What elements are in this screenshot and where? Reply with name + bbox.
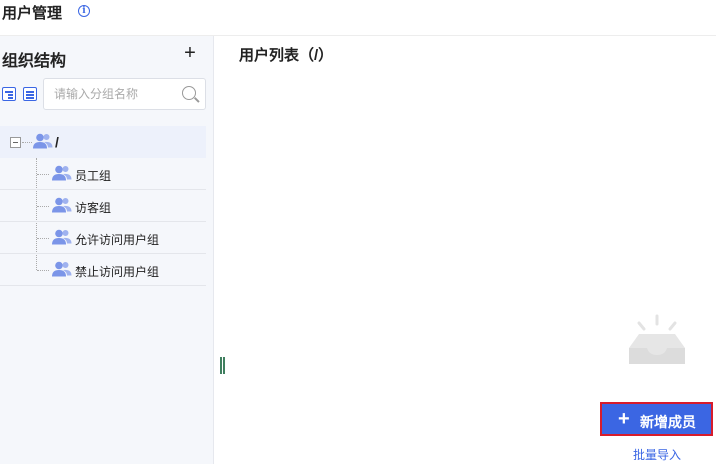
tree-node-label: 员工组	[75, 169, 112, 183]
info-circle-icon[interactable]: i	[78, 5, 90, 17]
collapse-toggle-icon[interactable]	[10, 137, 21, 148]
page-header: 用户管理 i	[0, 0, 716, 36]
org-sidebar: 组织结构 + / 员工组	[0, 36, 214, 464]
tree-connector	[37, 270, 49, 271]
empty-inbox-icon	[629, 314, 685, 364]
tree-node-staff[interactable]: 员工组	[0, 158, 206, 190]
tree-connector	[37, 206, 49, 207]
user-group-icon	[52, 229, 72, 245]
tree-expand-icon[interactable]	[2, 87, 16, 101]
tree-connector	[37, 174, 49, 175]
tree-node-label: 访客组	[75, 201, 112, 215]
tree-collapse-icon[interactable]	[23, 87, 37, 101]
user-group-icon	[33, 133, 53, 149]
batch-import-link[interactable]: 批量导入	[633, 446, 681, 463]
tree-node-label: 允许访问用户组	[75, 233, 160, 247]
group-search-box	[43, 78, 206, 110]
group-search-input[interactable]	[52, 85, 180, 103]
tree-node-allowed[interactable]: 允许访问用户组	[0, 222, 206, 254]
add-member-button[interactable]: + 新增成员	[600, 402, 713, 436]
user-list-title: 用户列表（/）	[239, 47, 334, 64]
page-title: 用户管理	[2, 5, 63, 22]
user-group-icon	[52, 165, 72, 181]
tree-root-label: /	[55, 134, 59, 150]
tree-node-label: 禁止访问用户组	[75, 265, 160, 279]
add-member-label: 新增成员	[640, 414, 696, 430]
plus-icon: +	[618, 408, 630, 430]
panel-resize-handle[interactable]	[220, 357, 225, 374]
tree-node-denied[interactable]: 禁止访问用户组	[0, 254, 206, 286]
org-structure-title: 组织结构	[2, 53, 67, 70]
user-group-icon	[52, 197, 72, 213]
search-icon[interactable]	[182, 86, 196, 100]
tree-node-root[interactable]: /	[0, 126, 206, 158]
plus-icon[interactable]: +	[182, 43, 198, 63]
tree-connector	[22, 142, 32, 143]
tree-connector	[37, 238, 49, 239]
user-group-icon	[52, 261, 72, 277]
tree-node-visitor[interactable]: 访客组	[0, 190, 206, 222]
